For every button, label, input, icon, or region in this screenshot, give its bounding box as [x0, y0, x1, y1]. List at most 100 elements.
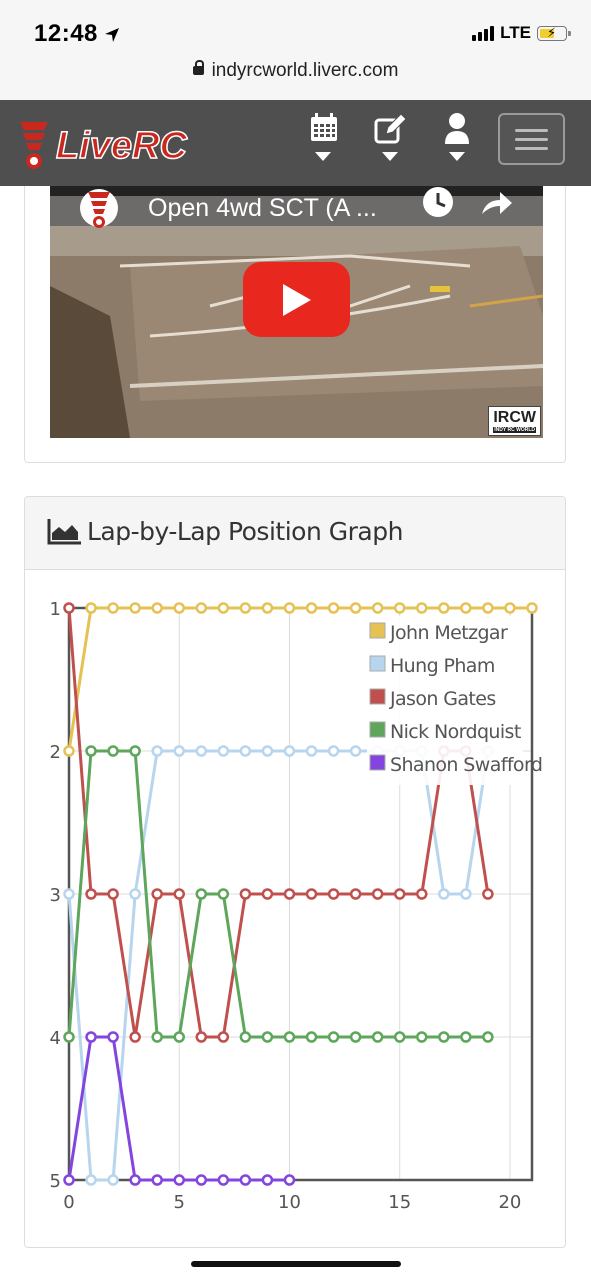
logo-text: LiveRC — [56, 125, 187, 167]
data-point — [438, 602, 450, 614]
data-point — [482, 602, 494, 614]
y-tick-label: 4 — [50, 1028, 61, 1049]
data-point — [327, 602, 340, 614]
legend-label: John Metzgar — [389, 622, 508, 644]
position-graph-panel: Lap-by-Lap Position Graph 1 2 3 4 5 0 5 10 15 20 J… — [24, 496, 566, 1248]
watch-later-icon[interactable] — [422, 186, 454, 218]
legend-swatch — [369, 721, 386, 738]
y-tick-label: 3 — [50, 885, 61, 906]
data-point — [195, 1031, 208, 1043]
data-point — [482, 1031, 494, 1043]
user-icon — [445, 113, 469, 144]
data-point — [261, 602, 274, 614]
calendar-nav-button[interactable] — [303, 112, 343, 168]
data-point — [239, 1174, 252, 1186]
status-time: 12:48 — [34, 20, 98, 47]
data-point — [195, 888, 208, 900]
video-title: Open 4wd SCT (A ... — [148, 194, 377, 222]
data-point — [173, 745, 185, 757]
data-point — [217, 888, 230, 900]
legend-label: Hung Pham — [390, 655, 495, 677]
data-point — [261, 888, 274, 900]
data-point — [85, 745, 97, 757]
data-point — [173, 888, 185, 900]
data-point — [349, 745, 362, 757]
y-tick-label: 1 — [50, 599, 61, 620]
data-point — [107, 1031, 119, 1043]
user-nav-button[interactable] — [437, 112, 477, 168]
legend-swatch — [369, 655, 386, 672]
data-point — [151, 745, 163, 757]
data-point — [371, 1031, 384, 1043]
data-point — [217, 1174, 230, 1186]
x-tick-label: 15 — [388, 1192, 411, 1213]
data-point — [416, 1031, 428, 1043]
data-point — [460, 1031, 472, 1043]
data-point — [151, 1174, 163, 1186]
location-arrow-icon — [105, 28, 119, 42]
data-point — [217, 1031, 230, 1043]
data-point — [63, 745, 75, 757]
data-point — [129, 888, 141, 900]
data-point — [261, 1174, 274, 1186]
data-point — [349, 888, 362, 900]
data-point — [107, 745, 119, 757]
video-panel: Open 4wd SCT (A ... IRCW INDY RC WORLD — [24, 186, 566, 463]
network-label: LTE — [500, 23, 531, 42]
y-tick-label: 5 — [50, 1171, 61, 1192]
data-point — [393, 1031, 406, 1043]
play-button[interactable] — [243, 262, 350, 337]
data-point — [327, 888, 340, 900]
x-tick-label: 5 — [174, 1192, 185, 1213]
data-point — [63, 1174, 75, 1186]
data-point — [371, 888, 384, 900]
ircw-watermark: IRCW INDY RC WORLD — [488, 406, 541, 436]
chevron-down-icon — [315, 152, 331, 161]
x-tick-label: 0 — [63, 1192, 74, 1213]
data-point — [416, 602, 428, 614]
data-point — [239, 888, 252, 900]
data-point — [173, 1174, 185, 1186]
channel-logo-icon — [80, 189, 118, 228]
lock-icon — [192, 60, 204, 75]
data-point — [283, 1031, 296, 1043]
data-point — [85, 1031, 97, 1043]
data-point — [173, 1031, 185, 1043]
liverc-logo[interactable]: LiveRC — [16, 116, 216, 172]
data-point — [107, 888, 119, 900]
address-bar[interactable]: indyrcworld.liverc.com — [0, 60, 591, 82]
logo-mark-icon — [20, 122, 48, 169]
data-point — [327, 745, 340, 757]
lap-position-chart: 123450 5 10 15 20John MetzgarHung PhamJason … — [50, 599, 543, 1213]
data-point — [151, 888, 163, 900]
legend-label: Jason Gates — [389, 688, 496, 710]
data-point — [107, 602, 119, 614]
url-text: indyrcworld.liverc.com — [211, 60, 399, 81]
data-point — [283, 602, 296, 614]
data-point — [349, 1031, 362, 1043]
data-point — [504, 602, 516, 614]
data-point — [151, 1031, 163, 1043]
signal-icon — [472, 25, 495, 41]
data-point — [173, 602, 185, 614]
data-point — [349, 602, 362, 614]
data-point — [85, 888, 97, 900]
data-point — [217, 745, 230, 757]
share-icon[interactable] — [480, 188, 514, 218]
data-point — [416, 888, 428, 900]
data-point — [151, 602, 163, 614]
data-point — [460, 602, 472, 614]
video-player[interactable]: Open 4wd SCT (A ... IRCW INDY RC WORLD — [50, 186, 543, 438]
panel-heading: Lap-by-Lap Position Graph — [25, 497, 565, 570]
data-point — [195, 1174, 208, 1186]
data-point — [283, 745, 296, 757]
data-point — [195, 602, 208, 614]
menu-toggle-button[interactable] — [498, 113, 565, 165]
data-point — [239, 1031, 252, 1043]
data-point — [327, 1031, 340, 1043]
data-point — [107, 1174, 119, 1186]
area-chart-icon — [47, 519, 81, 545]
edit-icon — [374, 113, 407, 144]
data-point — [393, 888, 406, 900]
edit-nav-button[interactable] — [370, 112, 410, 168]
